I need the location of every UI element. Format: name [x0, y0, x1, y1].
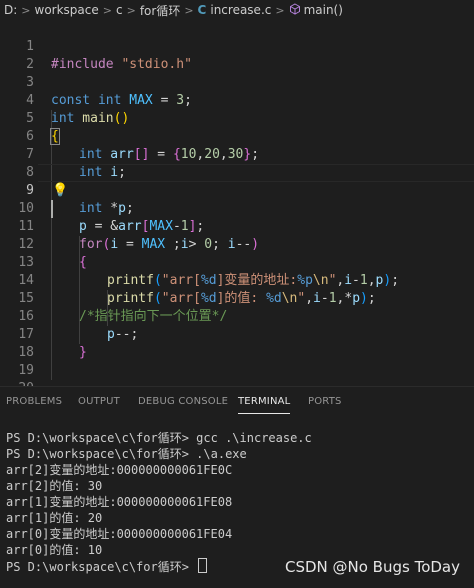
tab-debug-console[interactable]: DEBUG CONSOLE — [138, 396, 228, 407]
code-line: 4 int main() — [0, 74, 474, 126]
code-line: 15 /*指针指向下一个位置*/ — [0, 272, 474, 324]
terminal-line: arr[0]变量的地址:000000000061FE04 — [6, 527, 233, 541]
terminal-line: arr[1]的值: 20 — [6, 511, 103, 525]
breadcrumb-symbol[interactable]: main() — [304, 3, 343, 17]
code-line: 1 #include "stdio.h" — [0, 20, 474, 72]
breadcrumb-workspace[interactable]: workspace — [35, 3, 99, 17]
terminal-line: arr[1]变量的地址:000000000061FE08 — [6, 495, 233, 509]
panel-tab-bar: PROBLEMS OUTPUT DEBUG CONSOLE TERMINAL P… — [0, 386, 474, 416]
code-line: 10 p = &arr[MAX-1]; — [0, 182, 474, 234]
watermark: CSDN @No Bugs ToDay — [284, 558, 460, 576]
code-line: 21 return 0; — [0, 370, 474, 386]
breadcrumb-drive[interactable]: D: — [4, 3, 17, 17]
terminal-line: arr[2]的值: 30 — [6, 479, 103, 493]
breadcrumb-separator-icon: > — [102, 3, 112, 17]
code-line: 9 — [0, 164, 474, 218]
code-line: 16 p--; — [0, 290, 474, 342]
code-line: 7 int i; — [0, 128, 474, 180]
terminal-prompt: PS D:\workspace\c\for循环> — [6, 560, 197, 574]
terminal-prompt-line[interactable]: PS D:\workspace\c\for循环> — [6, 558, 208, 575]
breadcrumb-c-folder[interactable]: c — [116, 3, 123, 17]
terminal-cursor — [198, 558, 208, 573]
code-line: 18 — [0, 326, 474, 360]
code-line: 2 — [0, 38, 474, 72]
tab-terminal[interactable]: TERMINAL — [238, 396, 290, 407]
c-file-icon: C — [197, 3, 207, 17]
breadcrumb-separator-icon: > — [21, 3, 31, 17]
tab-ports[interactable]: PORTS — [308, 396, 342, 407]
breadcrumb-separator-icon: > — [275, 3, 285, 17]
active-tab-indicator — [238, 413, 290, 414]
code-line: 11 for(i = MAX ;i> 0; i--) — [0, 200, 474, 252]
code-line: 17 } — [0, 308, 474, 360]
terminal-line: PS D:\workspace\c\for循环> .\a.exe — [6, 447, 247, 461]
tab-problems[interactable]: PROBLEMS — [6, 396, 62, 407]
breadcrumb-separator-icon: > — [184, 3, 194, 17]
code-line: 8 💡 int *p; — [0, 146, 474, 216]
terminal-line: PS D:\workspace\c\for循环> gcc .\increase.… — [6, 431, 312, 445]
tab-output[interactable]: OUTPUT — [78, 396, 120, 407]
terminal-line: arr[2]变量的地址:000000000061FE0C — [6, 463, 233, 477]
breadcrumb-file[interactable]: increase.c — [210, 3, 271, 17]
terminal-line: arr[0]的值: 10 — [6, 543, 103, 557]
breadcrumb: D: > workspace > c > for循环 > C increase.… — [0, 0, 474, 20]
breadcrumb-for-folder[interactable]: for循环 — [140, 2, 181, 19]
code-line: 5 { — [0, 92, 474, 145]
code-line: 12 { — [0, 218, 474, 270]
code-line: 19 — [0, 344, 474, 378]
code-line: 14 printf("arr[%d]的值: %d\n",i-1,*p); — [0, 254, 474, 306]
code-line: 3 const int MAX = 3; — [0, 56, 474, 108]
symbol-method-icon — [289, 2, 301, 18]
code-line: 6 int arr[] = {10,20,30}; — [0, 110, 474, 162]
code-line: 13 printf("arr[%d]变量的地址:%p\n",i-1,p); — [0, 236, 474, 288]
code-editor[interactable]: 1 #include "stdio.h" 2 3 const int MAX =… — [0, 20, 474, 386]
breadcrumb-separator-icon: > — [126, 3, 136, 17]
